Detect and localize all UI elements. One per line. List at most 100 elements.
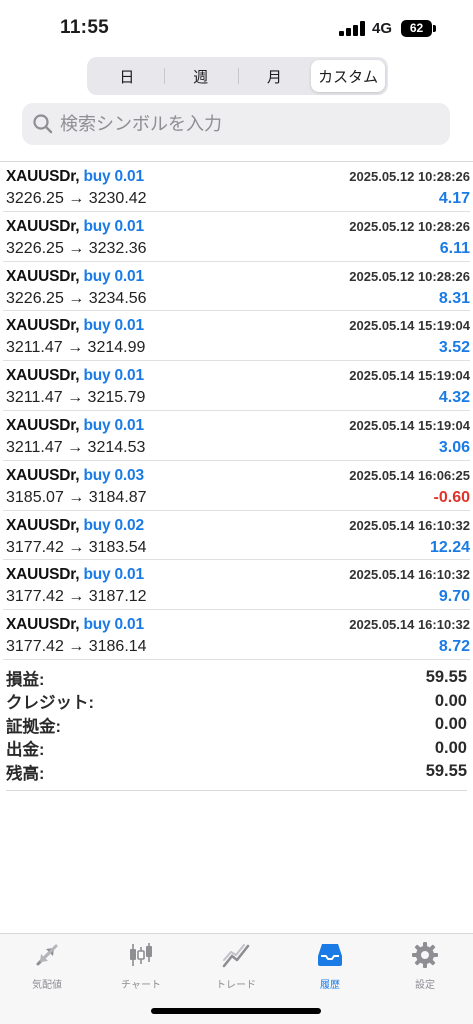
trade-line-icon (222, 944, 250, 968)
tab-settings[interactable]: 設定 (378, 940, 472, 996)
search-input[interactable] (60, 113, 430, 135)
tab-history-label: 履歴 (320, 980, 340, 991)
tab-history[interactable]: 履歴 (283, 940, 377, 996)
deal-prices: 3211.47 → 3214.53 (6, 438, 146, 456)
deal-row[interactable]: XAUUSDr, buy 0.01 2025.05.14 15:19:04 32… (3, 311, 470, 362)
deal-time: 2025.05.12 10:28:26 (349, 169, 470, 184)
period-segmented-control: 日 週 月 カスタム (87, 57, 388, 95)
status-time: 11:55 (60, 17, 110, 38)
summary-margin-row: 証拠金: 0.00 (6, 713, 467, 737)
deal-symbol: XAUUSDr, (6, 267, 80, 285)
search-bar[interactable] (22, 103, 450, 145)
deal-prices: 3177.42 → 3183.54 (6, 538, 147, 556)
quotes-arrows-icon (36, 944, 58, 966)
deal-symbol: XAUUSDr, (6, 616, 80, 634)
deal-time: 2025.05.14 15:19:04 (349, 417, 470, 433)
deal-row[interactable]: XAUUSDr, buy 0.01 2025.05.12 10:28:26 32… (3, 212, 470, 262)
deal-side: buy 0.01 (83, 416, 144, 434)
deal-symbol: XAUUSDr, (6, 416, 80, 434)
deal-row[interactable]: XAUUSDr, buy 0.01 2025.05.14 15:19:04 32… (3, 361, 470, 411)
summary-margin-label: 証拠金: (6, 717, 61, 736)
deal-symbol: XAUUSDr, (6, 217, 80, 235)
history-inbox-icon (318, 944, 342, 966)
deal-profit: 12.24 (429, 538, 470, 556)
deal-side: buy 0.01 (83, 217, 144, 235)
deal-prices: 3226.25 → 3232.36 (6, 239, 147, 257)
summary-margin-value: 0.00 (434, 715, 467, 734)
deal-time: 2025.05.14 16:10:32 (349, 617, 470, 633)
summary-profit-row: 損益: 59.55 (6, 666, 467, 690)
tab-chart-label: チャート (121, 980, 161, 991)
deal-side: buy 0.01 (83, 267, 144, 285)
deal-profit: 4.17 (438, 190, 470, 207)
deal-time: 2025.05.12 10:28:26 (349, 218, 470, 234)
deal-row[interactable]: XAUUSDr, buy 0.03 2025.05.14 16:06:25 31… (3, 461, 470, 511)
deal-row[interactable]: XAUUSDr, buy 0.01 2025.05.12 10:28:26 32… (3, 262, 470, 312)
deal-symbol: XAUUSDr, (6, 516, 80, 534)
deal-profit: 3.52 (438, 339, 470, 357)
deal-row[interactable]: XAUUSDr, buy 0.01 2025.05.12 10:28:26 32… (3, 162, 470, 212)
segment-week[interactable]: 週 (163, 60, 238, 92)
deal-profit: 4.32 (438, 389, 470, 407)
account-summary: 損益: 59.55 クレジット: 0.00 証拠金: 0.00 出金: 0.00… (6, 666, 467, 784)
summary-profit-label: 損益: (6, 670, 45, 689)
battery-icon: 62 (401, 20, 432, 37)
deal-symbol: XAUUSDr, (6, 566, 80, 584)
deal-profit: 8.31 (438, 289, 470, 307)
deal-side: buy 0.01 (83, 616, 144, 634)
deal-time: 2025.05.14 16:10:32 (349, 517, 470, 533)
deal-symbol: XAUUSDr, (6, 168, 80, 185)
deal-row[interactable]: XAUUSDr, buy 0.01 2025.05.14 15:19:04 32… (3, 411, 470, 461)
tab-trade[interactable]: トレード (189, 940, 283, 996)
deal-time: 2025.05.14 15:19:04 (349, 318, 470, 334)
segment-custom[interactable]: カスタム (311, 60, 385, 92)
deal-row[interactable]: XAUUSDr, buy 0.01 2025.05.14 16:10:32 31… (3, 560, 470, 611)
cellular-signal-icon (339, 21, 365, 36)
summary-balance-label: 残高: (6, 764, 45, 783)
home-indicator[interactable] (151, 1008, 321, 1014)
deal-prices: 3211.47 → 3214.99 (6, 339, 146, 357)
deal-profit: 6.11 (439, 239, 470, 257)
divider (6, 790, 467, 791)
deal-profit: 9.70 (438, 588, 470, 606)
tab-quotes-label: 気配値 (32, 980, 62, 991)
tab-quotes[interactable]: 気配値 (0, 940, 94, 996)
deal-side: buy 0.01 (83, 168, 144, 185)
deal-prices: 3226.25 → 3234.56 (6, 289, 147, 307)
segment-month[interactable]: 月 (237, 60, 312, 92)
status-bar: 11:55 4G 62 (0, 0, 473, 58)
summary-withdrawal-value: 0.00 (434, 738, 467, 757)
network-type: 4G (372, 20, 393, 37)
deal-prices: 3177.42 → 3187.12 (6, 588, 147, 606)
deal-side: buy 0.01 (83, 566, 144, 584)
deal-row[interactable]: XAUUSDr, buy 0.01 2025.05.14 16:10:32 31… (3, 610, 470, 660)
deal-profit: 8.72 (438, 638, 470, 656)
deal-time: 2025.05.14 15:19:04 (349, 368, 470, 384)
deal-prices: 3226.25 → 3230.42 (6, 190, 147, 207)
gear-icon (412, 942, 438, 968)
tab-settings-label: 設定 (415, 980, 435, 991)
deal-profit: -0.60 (433, 488, 470, 506)
deal-prices: 3211.47 → 3215.79 (6, 389, 146, 407)
summary-credit-row: クレジット: 0.00 (6, 690, 467, 714)
summary-balance-value: 59.55 (425, 762, 467, 781)
segment-day[interactable]: 日 (90, 60, 164, 92)
deal-prices: 3185.07 → 3184.87 (6, 488, 147, 506)
battery-cap (433, 25, 436, 32)
deal-side: buy 0.01 (83, 317, 144, 335)
deal-time: 2025.05.12 10:28:26 (349, 268, 470, 284)
summary-credit-label: クレジット: (6, 694, 94, 713)
candlestick-chart-icon (130, 943, 152, 966)
tab-chart[interactable]: チャート (94, 940, 188, 996)
deal-symbol: XAUUSDr, (6, 367, 80, 385)
deal-row[interactable]: XAUUSDr, buy 0.02 2025.05.14 16:10:32 31… (3, 511, 470, 561)
summary-balance-row: 残高: 59.55 (6, 760, 467, 784)
summary-profit-value: 59.55 (425, 668, 467, 687)
summary-withdrawal-label: 出金: (6, 741, 45, 760)
deal-side: buy 0.02 (83, 516, 144, 534)
deal-side: buy 0.01 (83, 367, 144, 385)
summary-withdrawal-row: 出金: 0.00 (6, 737, 467, 761)
deal-symbol: XAUUSDr, (6, 466, 80, 484)
deals-list: XAUUSDr, buy 0.01 2025.05.12 10:28:26 32… (0, 162, 473, 660)
tab-trade-label: トレード (216, 980, 256, 991)
